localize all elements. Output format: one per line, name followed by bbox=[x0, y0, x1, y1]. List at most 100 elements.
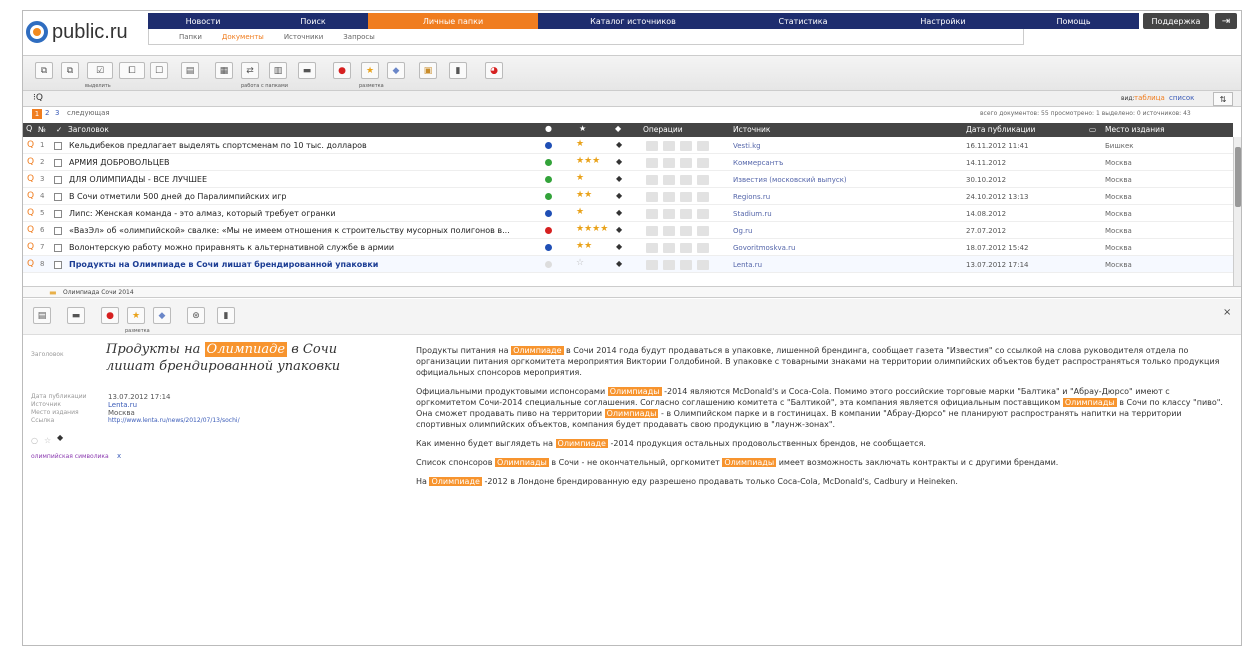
rating-star-icon[interactable]: ★★ bbox=[576, 190, 592, 200]
row-checkbox[interactable] bbox=[54, 227, 62, 235]
row-title[interactable]: АРМИЯ ДОБРОВОЛЬЦЕВ bbox=[69, 158, 169, 167]
meta-link[interactable]: http://www.lenta.ru/news/2012/07/13/soch… bbox=[108, 417, 240, 425]
nav-help[interactable]: Помощь bbox=[1008, 13, 1139, 29]
tonality-dot-icon[interactable] bbox=[545, 142, 552, 149]
rating-star-icon[interactable]: ★ bbox=[576, 139, 584, 149]
tag-marker-icon[interactable]: ◆ bbox=[616, 242, 622, 251]
row-source[interactable]: Stadium.ru bbox=[733, 210, 772, 218]
table-row[interactable]: Q 3 ДЛЯ ОЛИМПИАДЫ - ВСЕ ЛУЧШЕЕ ★ ◆ Известия (… bbox=[23, 171, 1233, 188]
meta-source[interactable]: Lenta.ru bbox=[108, 401, 137, 409]
tonality-dot-icon[interactable] bbox=[545, 244, 552, 251]
row-source[interactable]: Regions.ru bbox=[733, 193, 770, 201]
op-icon[interactable] bbox=[697, 158, 709, 168]
row-checkbox[interactable] bbox=[54, 142, 62, 150]
op-icon[interactable] bbox=[697, 192, 709, 202]
rating-star-icon[interactable]: ★ bbox=[576, 173, 584, 183]
page-3[interactable]: 3 bbox=[55, 109, 59, 117]
merge-icon[interactable]: ▥ bbox=[269, 62, 287, 79]
tag-marker-icon[interactable]: ◆ bbox=[616, 140, 622, 149]
support-button[interactable]: Поддержка bbox=[1143, 13, 1209, 29]
note-icon[interactable]: ▣ bbox=[419, 62, 437, 79]
op-icon[interactable] bbox=[663, 141, 675, 151]
chart-icon[interactable]: ◕ bbox=[485, 62, 503, 79]
detail-trash-icon[interactable]: ▮ bbox=[217, 307, 235, 324]
deselect-icon[interactable]: ☐ bbox=[150, 62, 168, 79]
op-icon[interactable] bbox=[646, 209, 658, 219]
copy-to-folder-icon[interactable]: ▦ bbox=[215, 62, 233, 79]
row-source[interactable]: Коммерсантъ bbox=[733, 159, 783, 167]
select-page-icon[interactable]: ⧉ bbox=[61, 62, 79, 79]
row-source[interactable]: Og.ru bbox=[733, 227, 753, 235]
tag-marker-icon[interactable]: ◆ bbox=[616, 225, 622, 234]
op-icon[interactable] bbox=[646, 175, 658, 185]
detail-star-icon[interactable]: ★ bbox=[127, 307, 145, 324]
tonality-dot-icon[interactable] bbox=[545, 261, 552, 268]
row-checkbox[interactable] bbox=[54, 261, 62, 269]
subnav-queries[interactable]: Запросы bbox=[343, 33, 374, 41]
subnav-sources[interactable]: Источники bbox=[284, 33, 323, 41]
header-tag-icon[interactable]: ◆ bbox=[615, 124, 621, 133]
rating-star-icon[interactable]: ☆ bbox=[576, 258, 584, 268]
tag-icon[interactable]: ◆ bbox=[387, 62, 405, 79]
tonality-dot-icon[interactable] bbox=[545, 193, 552, 200]
op-icon[interactable] bbox=[663, 158, 675, 168]
page-2[interactable]: 2 bbox=[45, 109, 49, 117]
op-icon[interactable] bbox=[680, 192, 692, 202]
table-row[interactable]: Q 1 Кельдибеков предлагает выделять спортс… bbox=[23, 137, 1233, 154]
op-icon[interactable] bbox=[680, 226, 692, 236]
table-row[interactable]: Q 5 Липс: Женская команда - это алмаз, кот… bbox=[23, 205, 1233, 222]
table-row[interactable]: Q 6 «ВазЭл» об «олимпийской» свалке: «Мы н… bbox=[23, 222, 1233, 239]
op-icon[interactable] bbox=[663, 175, 675, 185]
close-icon[interactable]: × bbox=[1223, 307, 1231, 318]
detail-tag-marker-icon[interactable]: ◆ bbox=[57, 434, 63, 442]
table-scrollbar[interactable] bbox=[1233, 137, 1241, 286]
row-checkbox[interactable] bbox=[54, 176, 62, 184]
op-icon[interactable] bbox=[697, 243, 709, 253]
nav-stats[interactable]: Статистика bbox=[728, 13, 878, 29]
search-icon[interactable]: ⁝Q bbox=[33, 93, 43, 103]
op-icon[interactable] bbox=[680, 141, 692, 151]
rating-star-icon[interactable]: ★★ bbox=[576, 241, 592, 251]
row-title[interactable]: В Сочи отметили 500 дней до Паралимпийск… bbox=[69, 192, 286, 201]
op-icon[interactable] bbox=[697, 175, 709, 185]
header-source[interactable]: Источник bbox=[733, 125, 770, 134]
op-icon[interactable] bbox=[646, 243, 658, 253]
subnav-folders[interactable]: Папки bbox=[179, 33, 202, 41]
tag-marker-icon[interactable]: ◆ bbox=[616, 157, 622, 166]
detail-copy-icon[interactable]: ▤ bbox=[33, 307, 51, 324]
row-checkbox[interactable] bbox=[54, 193, 62, 201]
preview-icon[interactable]: Q bbox=[27, 140, 34, 150]
table-row[interactable]: Q 7 Волонтерскую работу можно приравнять к… bbox=[23, 239, 1233, 256]
select-range-icon[interactable]: ☑ bbox=[87, 62, 113, 79]
invert-selection-icon[interactable]: ⧠ bbox=[119, 62, 145, 79]
sort-icon[interactable]: ⇅ bbox=[1213, 92, 1233, 106]
header-place[interactable]: Место издания bbox=[1105, 125, 1164, 134]
header-star-icon[interactable]: ★ bbox=[579, 124, 586, 133]
preview-icon[interactable]: Q bbox=[27, 191, 34, 201]
op-icon[interactable] bbox=[697, 260, 709, 270]
row-checkbox[interactable] bbox=[54, 159, 62, 167]
table-row[interactable]: Q 8 Продукты на Олимпиаде в Сочи лишат бре… bbox=[23, 256, 1233, 273]
op-icon[interactable] bbox=[697, 209, 709, 219]
copy-doc-icon[interactable]: ▤ bbox=[181, 62, 199, 79]
star-icon[interactable]: ★ bbox=[361, 62, 379, 79]
detail-export-icon[interactable]: ▬ bbox=[67, 307, 85, 324]
scrollbar-thumb[interactable] bbox=[1235, 147, 1241, 207]
op-icon[interactable] bbox=[663, 226, 675, 236]
move-to-folder-icon[interactable]: ⇄ bbox=[241, 62, 259, 79]
header-date[interactable]: Дата публикации bbox=[966, 125, 1035, 134]
preview-icon[interactable]: Q bbox=[27, 174, 34, 184]
folder-name[interactable]: Олимпиада Сочи 2014 bbox=[63, 289, 134, 296]
rating-star-icon[interactable]: ★★★★ bbox=[576, 224, 608, 234]
tag-marker-icon[interactable]: ◆ bbox=[616, 191, 622, 200]
op-icon[interactable] bbox=[646, 192, 658, 202]
op-icon[interactable] bbox=[663, 209, 675, 219]
row-source[interactable]: Vesti.kg bbox=[733, 142, 761, 150]
row-title[interactable]: Кельдибеков предлагает выделять спортсме… bbox=[69, 141, 367, 150]
row-checkbox[interactable] bbox=[54, 244, 62, 252]
tonality-icon[interactable]: ● bbox=[333, 62, 351, 79]
op-icon[interactable] bbox=[646, 141, 658, 151]
view-table-link[interactable]: таблица bbox=[1134, 94, 1165, 102]
nav-settings[interactable]: Настройки bbox=[878, 13, 1008, 29]
row-source[interactable]: Lenta.ru bbox=[733, 261, 762, 269]
